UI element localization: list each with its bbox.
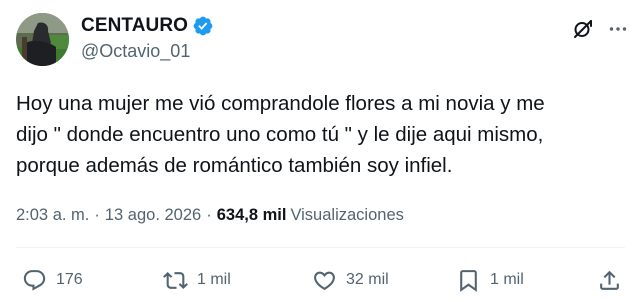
avatar[interactable] <box>16 13 69 66</box>
views-label: Visualizaciones <box>290 205 404 224</box>
like-button[interactable]: 32 mil <box>312 266 389 294</box>
tweet-text-line: porque además de romántico también soy i… <box>16 154 453 177</box>
bookmark-icon <box>460 269 477 292</box>
share-icon <box>600 270 619 290</box>
verified-badge-icon <box>192 15 214 37</box>
author-display-name[interactable]: CENTAURO <box>81 15 188 37</box>
more-options-button[interactable] <box>606 17 630 41</box>
bookmark-count: 1 mil <box>490 271 524 288</box>
tweet-text: Hoy una mujer me vió comprandole flores … <box>16 88 631 181</box>
meta-separator: · <box>94 205 100 224</box>
grok-button[interactable] <box>571 17 595 41</box>
repost-icon <box>163 271 188 289</box>
author-name-row: CENTAURO <box>81 14 214 38</box>
tweet-text-line: Hoy una mujer me vió comprandole flores … <box>16 92 545 115</box>
reply-icon <box>23 269 46 291</box>
more-options-icon <box>609 27 627 31</box>
tweet-metadata: 2:03 a. m. · 13 ago. 2026 · 634,8 mil Vi… <box>16 203 404 227</box>
avatar-image <box>16 13 69 66</box>
divider <box>16 247 625 248</box>
meta-separator: · <box>206 205 212 224</box>
tweet-time[interactable]: 2:03 a. m. <box>16 206 89 225</box>
share-button[interactable] <box>597 266 622 294</box>
reply-button[interactable]: 176 <box>22 266 83 294</box>
views-count: 634,8 mil <box>216 205 287 224</box>
repost-count: 1 mil <box>197 271 231 288</box>
like-count: 32 mil <box>346 271 389 288</box>
tweet-text-line: dijo " donde encuentro uno como tú " y l… <box>16 123 544 146</box>
reply-count: 176 <box>56 271 83 288</box>
tweet-date[interactable]: 13 ago. 2026 <box>105 206 201 225</box>
author-handle[interactable]: @Octavio_01 <box>81 41 190 62</box>
repost-button[interactable]: 1 mil <box>163 266 231 294</box>
action-bar: 176 1 mil 32 mil 1 mil <box>0 266 641 294</box>
heart-icon <box>314 271 335 290</box>
bookmark-button[interactable]: 1 mil <box>456 266 524 294</box>
grok-icon <box>574 20 592 38</box>
